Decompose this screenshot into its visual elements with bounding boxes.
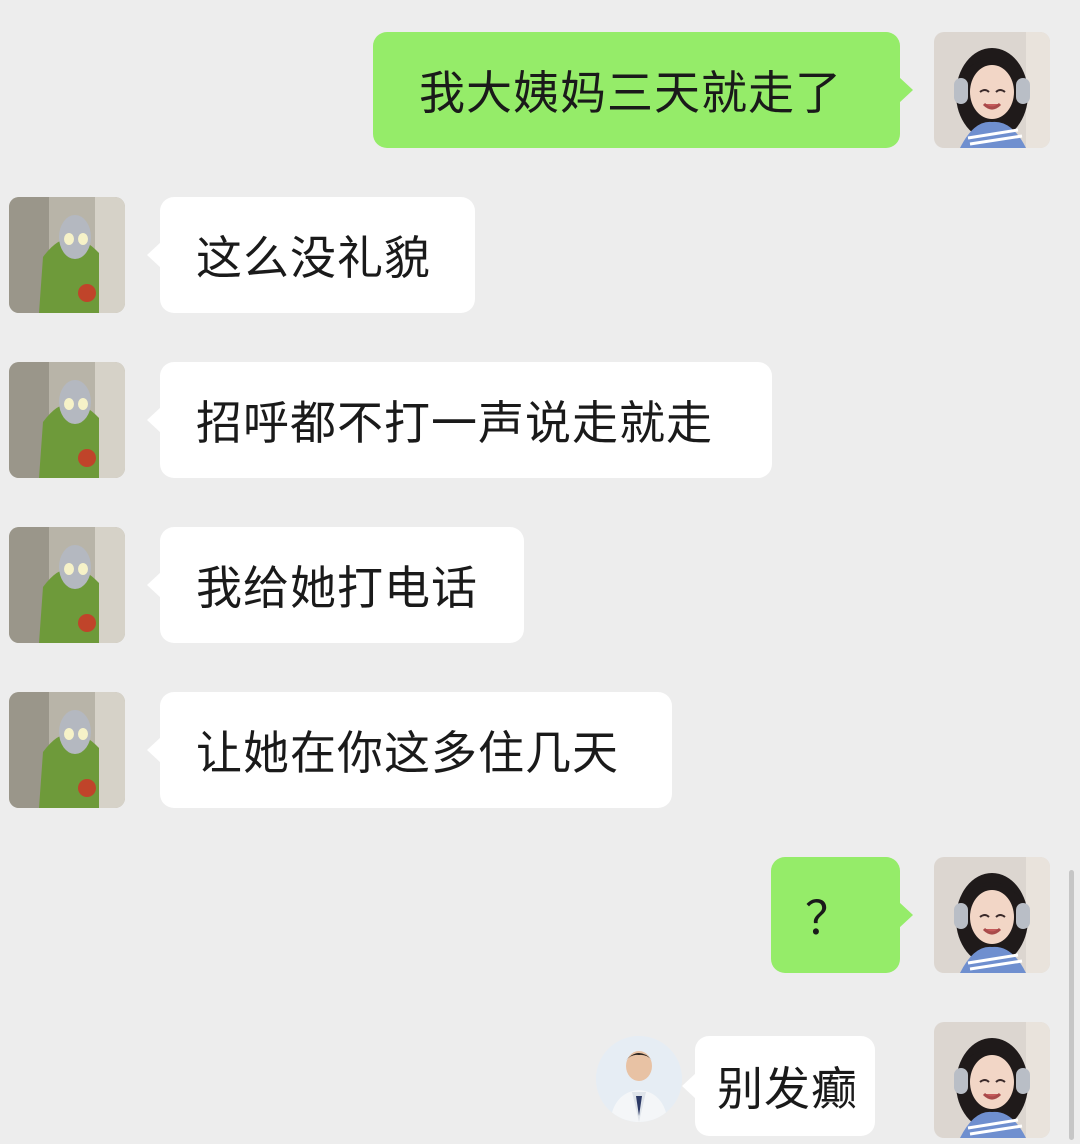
bubble-tail (147, 572, 161, 598)
outgoing-message[interactable]: 别发癫 (682, 1036, 875, 1136)
bubble-tail (899, 77, 913, 103)
message-text: 招呼都不打一声说走就走 (196, 396, 713, 450)
bubble-tail (899, 902, 913, 928)
message-text: 我给她打电话 (196, 561, 478, 615)
man-portrait-icon (596, 1036, 682, 1122)
incoming-message[interactable]: 这么没礼貌 (147, 197, 475, 313)
friend-avatar[interactable] (9, 527, 125, 643)
bubble-tail (147, 407, 161, 433)
girl-with-headphones-icon (934, 1022, 1050, 1138)
message-text: 别发癫 (717, 1062, 858, 1116)
ultraman-figure-icon (9, 692, 125, 808)
message-text: 我大姨妈三天就走了 (419, 66, 842, 120)
message-text: 这么没礼貌 (196, 231, 431, 285)
ultraman-figure-icon (9, 197, 125, 313)
scrollbar[interactable] (1069, 870, 1074, 1140)
incoming-message[interactable]: 招呼都不打一声说走就走 (147, 362, 772, 478)
outgoing-message[interactable]: 我大姨妈三天就走了 (373, 32, 913, 148)
friend-avatar[interactable] (9, 362, 125, 478)
girl-with-headphones-icon (934, 32, 1050, 148)
girl-with-headphones-icon (934, 857, 1050, 973)
ultraman-figure-icon (9, 527, 125, 643)
chat-window: 我大姨妈三天就走了 这么没礼貌 招呼都不打一声说走就走 我给她打电话 让她在你这… (0, 0, 1080, 1144)
friend-avatar[interactable] (9, 692, 125, 808)
user-avatar[interactable] (934, 32, 1050, 148)
incoming-message[interactable]: 我给她打电话 (147, 527, 524, 643)
bubble-tail (682, 1073, 696, 1099)
doctor-portrait-sticker[interactable] (596, 1036, 682, 1122)
ultraman-figure-icon (9, 362, 125, 478)
message-text: 让她在你这多住几天 (196, 726, 619, 780)
message-text: ？ (805, 891, 852, 945)
outgoing-message[interactable]: ？ (771, 857, 913, 973)
bubble-tail (147, 242, 161, 268)
user-avatar[interactable] (934, 857, 1050, 973)
friend-avatar[interactable] (9, 197, 125, 313)
bubble-tail (147, 737, 161, 763)
user-avatar[interactable] (934, 1022, 1050, 1138)
incoming-message[interactable]: 让她在你这多住几天 (147, 692, 672, 808)
